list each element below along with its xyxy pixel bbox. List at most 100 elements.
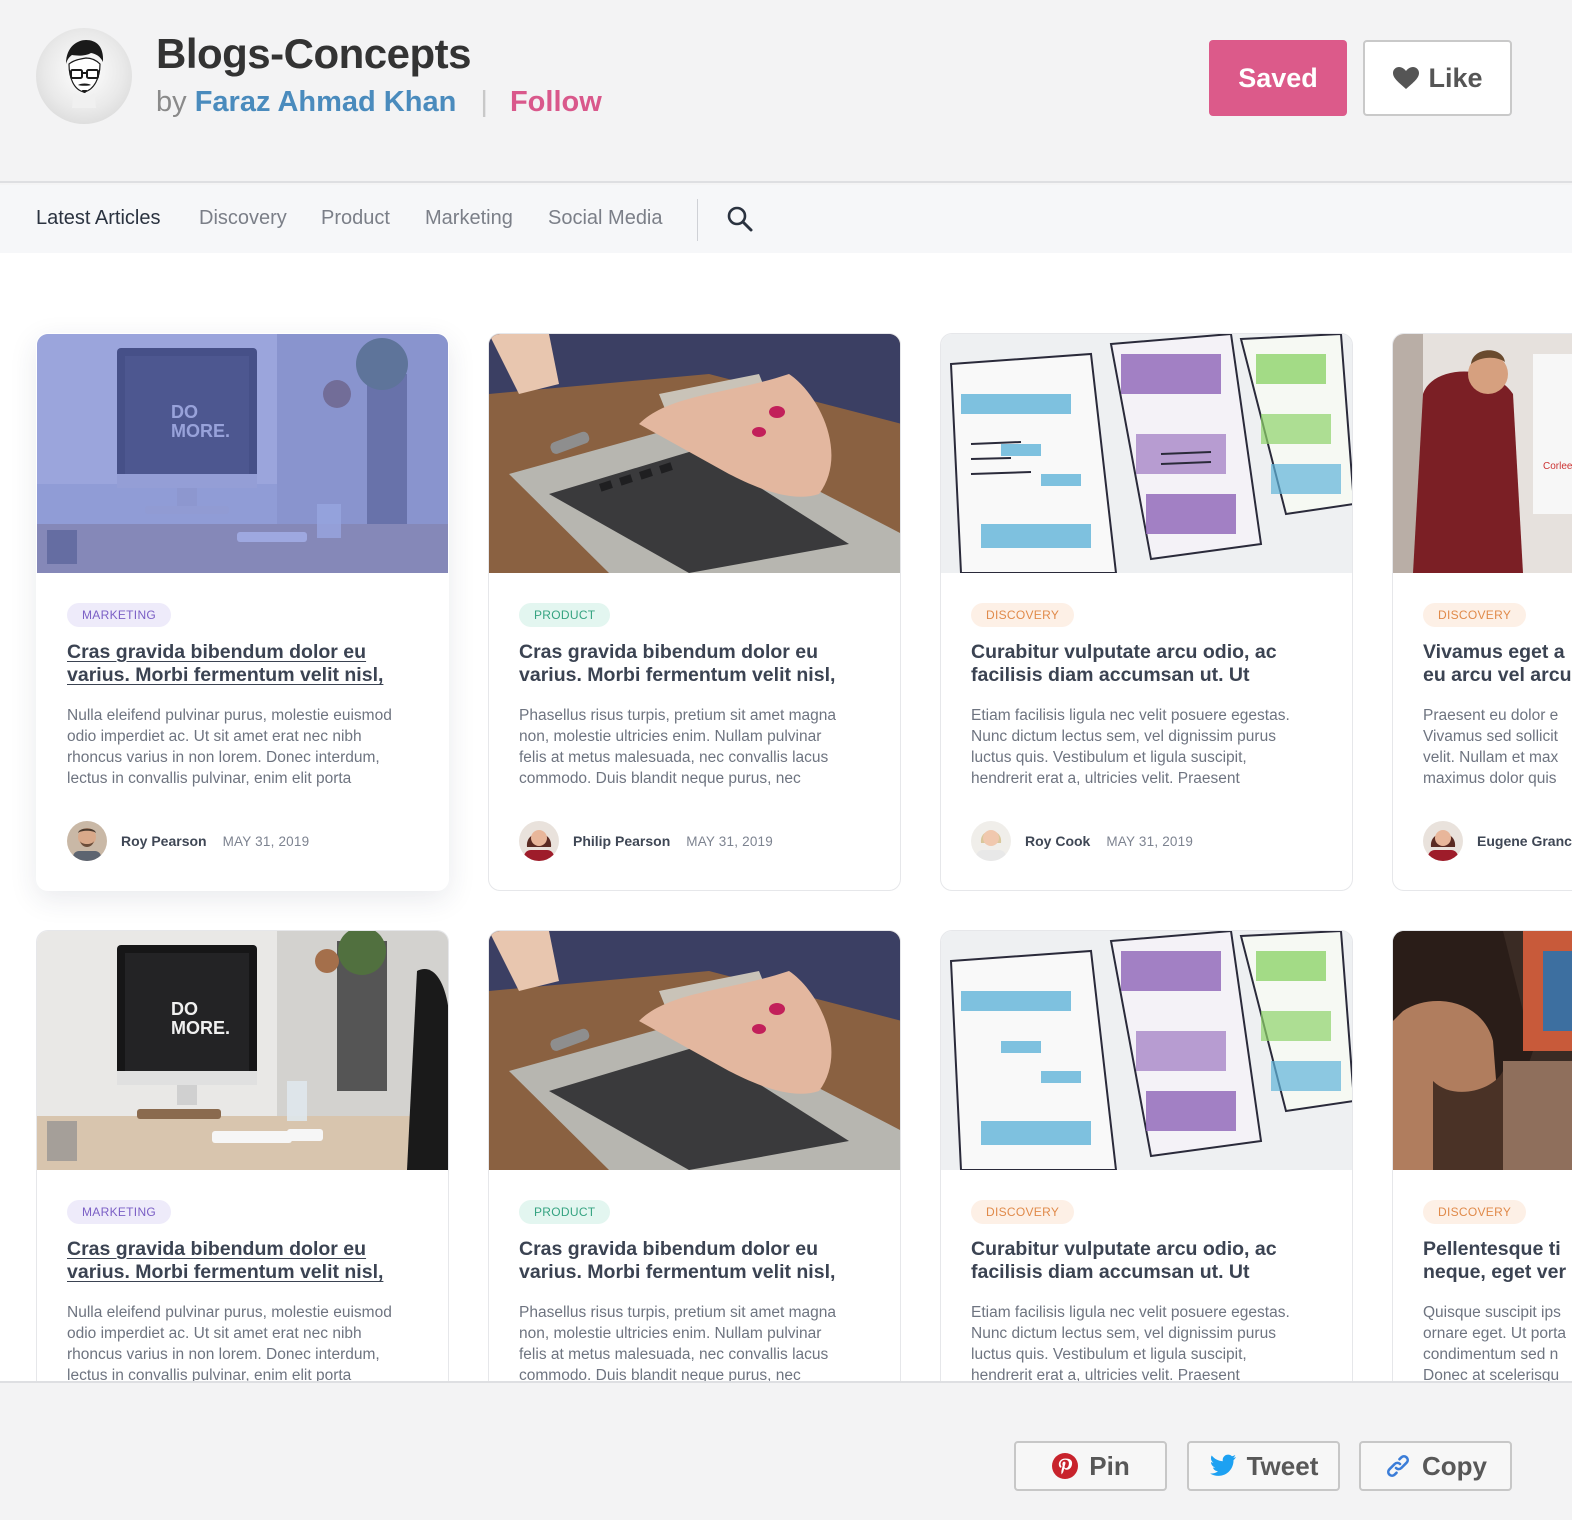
article-image-phone-laptop[interactable] bbox=[489, 334, 900, 573]
share-footer: Pin Tweet Copy bbox=[0, 1381, 1572, 1520]
article-title[interactable]: Cras gravida bibendum dolor eu varius. M… bbox=[67, 1238, 424, 1284]
article-image-man-whiteboard[interactable]: Corlee bbox=[1393, 334, 1572, 573]
excerpt-line: luctus quis. Vestibulum et ligula suscip… bbox=[971, 749, 1247, 766]
article-body: MARKETING Cras gravida bibendum dolor eu… bbox=[67, 1200, 424, 1381]
article-image-man-monitor[interactable] bbox=[1393, 931, 1572, 1170]
excerpt-line: luctus quis. Vestibulum et ligula suscip… bbox=[971, 1346, 1247, 1363]
category-tag[interactable]: PRODUCT bbox=[519, 1200, 611, 1224]
article-meta: Roy Cook MAY 31, 2019 bbox=[971, 821, 1193, 861]
category-tag[interactable]: PRODUCT bbox=[519, 603, 611, 627]
article-title[interactable]: Cras gravida bibendum dolor eu varius. M… bbox=[519, 641, 876, 687]
tweet-button[interactable]: Tweet bbox=[1187, 1441, 1340, 1491]
like-button[interactable]: Like bbox=[1363, 40, 1512, 116]
excerpt-line: odio imperdiet ac. Ut sit amet erat nec … bbox=[67, 1325, 362, 1342]
article-title-line: neque, eget ver bbox=[1423, 1261, 1567, 1283]
article-excerpt: Quisque suscipit ips ornare eget. Ut por… bbox=[1423, 1302, 1572, 1381]
article-card[interactable]: PRODUCT Cras gravida bibendum dolor eu v… bbox=[488, 930, 901, 1381]
article-body: PRODUCT Cras gravida bibendum dolor eu v… bbox=[519, 1200, 876, 1381]
copy-link-button[interactable]: Copy bbox=[1359, 1441, 1512, 1491]
article-meta: Eugene Granc bbox=[1423, 821, 1572, 861]
article-image-desk[interactable]: DO MORE. bbox=[37, 931, 448, 1170]
author-name[interactable]: Roy Cook bbox=[1025, 833, 1090, 849]
article-title-line: Curabitur vulputate arcu odio, ac bbox=[971, 641, 1277, 663]
article-card[interactable]: Corlee DISCOVERY Vivamus eget a eu arcu … bbox=[1392, 333, 1572, 891]
author-name[interactable]: Roy Pearson bbox=[121, 833, 207, 849]
link-icon bbox=[1386, 1454, 1410, 1478]
byline-separator: | bbox=[480, 86, 488, 118]
article-card[interactable]: DISCOVERY Curabitur vulputate arcu odio,… bbox=[940, 333, 1353, 891]
category-tag[interactable]: DISCOVERY bbox=[971, 603, 1075, 627]
pin-button[interactable]: Pin bbox=[1014, 1441, 1167, 1491]
author-avatar[interactable] bbox=[519, 821, 559, 861]
article-image-wireframes[interactable] bbox=[941, 931, 1352, 1170]
article-card[interactable]: DO MORE. MARKETING Cras gravida bibendum… bbox=[36, 333, 449, 891]
blog-title: Blogs-Concepts bbox=[156, 30, 472, 77]
category-nav: Latest Articles Discovery Product Market… bbox=[0, 185, 1572, 253]
excerpt-line: hendrerit erat a, ultricies velit. Praes… bbox=[971, 770, 1240, 787]
excerpt-line: Nulla eleifend pulvinar purus, molestie … bbox=[67, 1304, 392, 1321]
article-title[interactable]: Cras gravida bibendum dolor eu varius. M… bbox=[67, 641, 424, 687]
article-card[interactable]: DO MORE. MARKETING Cras gravida bibendum… bbox=[36, 930, 449, 1381]
profile-avatar[interactable] bbox=[36, 28, 132, 124]
category-tag[interactable]: MARKETING bbox=[67, 603, 172, 627]
category-tag[interactable]: DISCOVERY bbox=[971, 1200, 1075, 1224]
article-card[interactable]: DISCOVERY Curabitur vulputate arcu odio,… bbox=[940, 930, 1353, 1381]
nav-item-discovery[interactable]: Discovery bbox=[199, 207, 287, 230]
category-tag[interactable]: MARKETING bbox=[67, 1200, 172, 1224]
nav-divider bbox=[697, 199, 698, 241]
article-body: DISCOVERY Curabitur vulputate arcu odio,… bbox=[971, 1200, 1328, 1381]
excerpt-line: Nunc dictum lectus sem, vel dignissim pu… bbox=[971, 1325, 1276, 1342]
excerpt-line: maximus dolor quis bbox=[1423, 770, 1557, 787]
article-image-wireframes[interactable] bbox=[941, 334, 1352, 573]
svg-text:Corlee: Corlee bbox=[1543, 461, 1572, 472]
author-avatar[interactable] bbox=[1423, 821, 1463, 861]
nav-item-latest-articles[interactable]: Latest Articles bbox=[36, 207, 161, 230]
article-title-line: eu arcu vel arcu bbox=[1423, 664, 1572, 686]
excerpt-line: commodo. Duis blandit neque purus, nec bbox=[519, 770, 801, 787]
nav-item-social-media[interactable]: Social Media bbox=[548, 207, 663, 230]
article-title-line: Cras gravida bibendum dolor eu bbox=[67, 641, 367, 663]
article-title[interactable]: Curabitur vulputate arcu odio, ac facili… bbox=[971, 641, 1328, 687]
article-title-line: varius. Morbi fermentum velit nisl, bbox=[519, 664, 836, 686]
saved-button[interactable]: Saved bbox=[1209, 40, 1347, 116]
article-title-line: varius. Morbi fermentum velit nisl, bbox=[67, 664, 384, 686]
article-title[interactable]: Cras gravida bibendum dolor eu varius. M… bbox=[519, 1238, 876, 1284]
author-avatar[interactable] bbox=[67, 821, 107, 861]
articles-grid: DO MORE. MARKETING Cras gravida bibendum… bbox=[0, 253, 1572, 1381]
article-title[interactable]: Vivamus eget a eu arcu vel arcu bbox=[1423, 641, 1572, 687]
excerpt-line: lectus in convallis pulvinar, enim elit … bbox=[67, 1367, 352, 1381]
excerpt-line: Nulla eleifend pulvinar purus, molestie … bbox=[67, 707, 392, 724]
author-link[interactable]: Faraz Ahmad Khan bbox=[195, 86, 457, 118]
article-image-desk[interactable]: DO MORE. bbox=[37, 334, 448, 573]
excerpt-line: felis at metus malesuada, nec convallis … bbox=[519, 1346, 829, 1363]
article-title[interactable]: Curabitur vulputate arcu odio, ac facili… bbox=[971, 1238, 1328, 1284]
category-tag[interactable]: DISCOVERY bbox=[1423, 603, 1527, 627]
author-name[interactable]: Eugene Granc bbox=[1477, 833, 1572, 849]
category-tag[interactable]: DISCOVERY bbox=[1423, 1200, 1527, 1224]
excerpt-line: lectus in convallis pulvinar, enim elit … bbox=[67, 770, 352, 787]
article-card[interactable]: PRODUCT Cras gravida bibendum dolor eu v… bbox=[488, 333, 901, 891]
article-card[interactable]: DISCOVERY Pellentesque ti neque, eget ve… bbox=[1392, 930, 1572, 1381]
like-label: Like bbox=[1428, 62, 1483, 93]
search-icon[interactable] bbox=[726, 205, 754, 233]
article-title-line: Cras gravida bibendum dolor eu bbox=[519, 1238, 819, 1260]
nav-item-marketing[interactable]: Marketing bbox=[425, 207, 513, 230]
nav-item-product[interactable]: Product bbox=[321, 207, 390, 230]
author-name[interactable]: Philip Pearson bbox=[573, 833, 670, 849]
excerpt-line: commodo. Duis blandit neque purus, nec bbox=[519, 1367, 801, 1381]
excerpt-line: Praesent eu dolor e bbox=[1423, 707, 1559, 724]
twitter-icon bbox=[1209, 1454, 1236, 1476]
excerpt-line: hendrerit erat a, ultricies velit. Praes… bbox=[971, 1367, 1240, 1381]
by-label: by bbox=[156, 86, 187, 118]
profile-header: Blogs-Concepts by Faraz Ahmad Khan | Fol… bbox=[0, 0, 1572, 183]
excerpt-line: rhoncus varius in non lorem. Donec inter… bbox=[67, 1346, 380, 1363]
follow-link[interactable]: Follow bbox=[510, 86, 602, 118]
article-image-phone-laptop[interactable] bbox=[489, 931, 900, 1170]
excerpt-line: rhoncus varius in non lorem. Donec inter… bbox=[67, 749, 380, 766]
author-avatar[interactable] bbox=[971, 821, 1011, 861]
article-meta: Philip Pearson MAY 31, 2019 bbox=[519, 821, 773, 861]
article-title-line: varius. Morbi fermentum velit nisl, bbox=[519, 1261, 836, 1283]
article-excerpt: Nulla eleifend pulvinar purus, molestie … bbox=[67, 705, 424, 789]
article-title-line: Cras gravida bibendum dolor eu bbox=[519, 641, 819, 663]
article-title[interactable]: Pellentesque ti neque, eget ver bbox=[1423, 1238, 1572, 1284]
